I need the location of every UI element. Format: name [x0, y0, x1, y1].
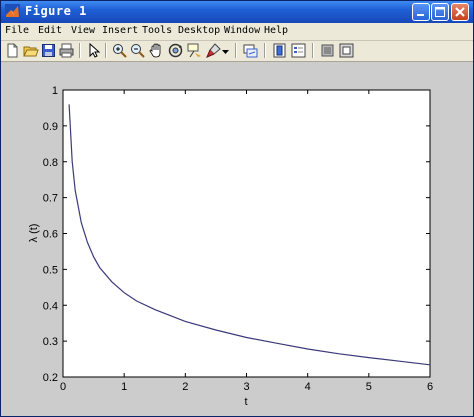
toolbar-separator — [79, 43, 81, 58]
x-axis-label: t — [244, 396, 247, 408]
title-bar[interactable]: Figure 1 — [1, 1, 473, 23]
x-tick-label: 5 — [366, 381, 372, 393]
x-tick-label: 6 — [427, 381, 433, 393]
menu-insert[interactable]: Insert — [102, 25, 138, 36]
window-title: Figure 1 — [25, 4, 87, 18]
zoom-out-icon[interactable] — [129, 42, 146, 59]
zoom-in-icon[interactable] — [111, 42, 128, 59]
pointer-icon[interactable] — [85, 42, 102, 59]
y-tick-label: 0.8 — [43, 157, 58, 169]
save-icon[interactable] — [40, 42, 57, 59]
pan-icon[interactable] — [148, 42, 165, 59]
x-tick-label: 4 — [305, 381, 311, 393]
minimize-icon — [417, 14, 424, 16]
y-tick-label: 0.7 — [43, 193, 58, 205]
x-tick-label: 0 — [60, 381, 66, 393]
link-plot-icon[interactable] — [242, 42, 259, 59]
y-tick-label: 0.2 — [43, 372, 58, 384]
menu-file[interactable]: File — [5, 25, 29, 36]
x-tick-label: 3 — [243, 381, 249, 393]
new-figure-icon[interactable] — [4, 42, 21, 59]
menu-edit[interactable]: Edit — [38, 25, 62, 36]
y-tick-label: 0.6 — [43, 229, 58, 241]
menu-help[interactable]: Help — [264, 25, 288, 36]
figure-window: Figure 1 File Edit View Insert Tools Des… — [0, 0, 474, 417]
colorbar-icon[interactable] — [271, 42, 288, 59]
toolbar-separator — [264, 43, 266, 58]
figure-canvas: 0 1 2 3 4 5 6 0.2 0.3 0.4 0.5 0.6 0.7 0.8 0.9 1 t λ (t) — [1, 62, 473, 416]
menu-tools[interactable]: Tools — [142, 25, 172, 36]
toolbar-separator — [105, 43, 107, 58]
menu-desktop[interactable]: Desktop — [178, 25, 220, 36]
print-icon[interactable] — [58, 42, 75, 59]
menu-bar: File Edit View Insert Tools Desktop Wind… — [1, 23, 473, 41]
maximize-button[interactable] — [431, 3, 449, 21]
minimize-button[interactable] — [412, 3, 430, 21]
show-plot-tools-icon[interactable] — [338, 42, 355, 59]
maximize-icon — [435, 7, 445, 17]
y-tick-label: 0.4 — [43, 300, 58, 312]
x-tick-label: 2 — [182, 381, 188, 393]
close-button[interactable] — [451, 3, 469, 21]
hide-plot-tools-icon[interactable] — [319, 42, 336, 59]
figure-toolbar — [1, 41, 473, 62]
y-tick-label: 0.3 — [43, 336, 58, 348]
matlab-logo-icon — [5, 4, 20, 19]
plot-area: 0 1 2 3 4 5 6 0.2 0.3 0.4 0.5 0.6 0.7 0.8 0.9 1 t λ (t) — [28, 85, 433, 408]
axes-background — [62, 89, 431, 378]
open-file-icon[interactable] — [22, 42, 39, 59]
brush-dropdown-icon[interactable] — [221, 42, 230, 59]
rotate-3d-icon[interactable] — [167, 42, 184, 59]
y-tick-label: 0.9 — [43, 121, 58, 133]
y-tick-label: 0.5 — [43, 264, 58, 276]
menu-window[interactable]: Window — [224, 25, 260, 36]
x-tick-label: 1 — [121, 381, 127, 393]
y-tick-label: 1 — [52, 85, 58, 97]
close-icon — [455, 7, 465, 17]
menu-view[interactable]: View — [71, 25, 95, 36]
toolbar-separator — [312, 43, 314, 58]
legend-icon[interactable] — [290, 42, 307, 59]
y-axis-label: λ (t) — [28, 224, 40, 243]
toolbar-separator — [235, 43, 237, 58]
data-cursor-icon[interactable] — [186, 42, 203, 59]
brush-icon[interactable] — [205, 42, 222, 59]
